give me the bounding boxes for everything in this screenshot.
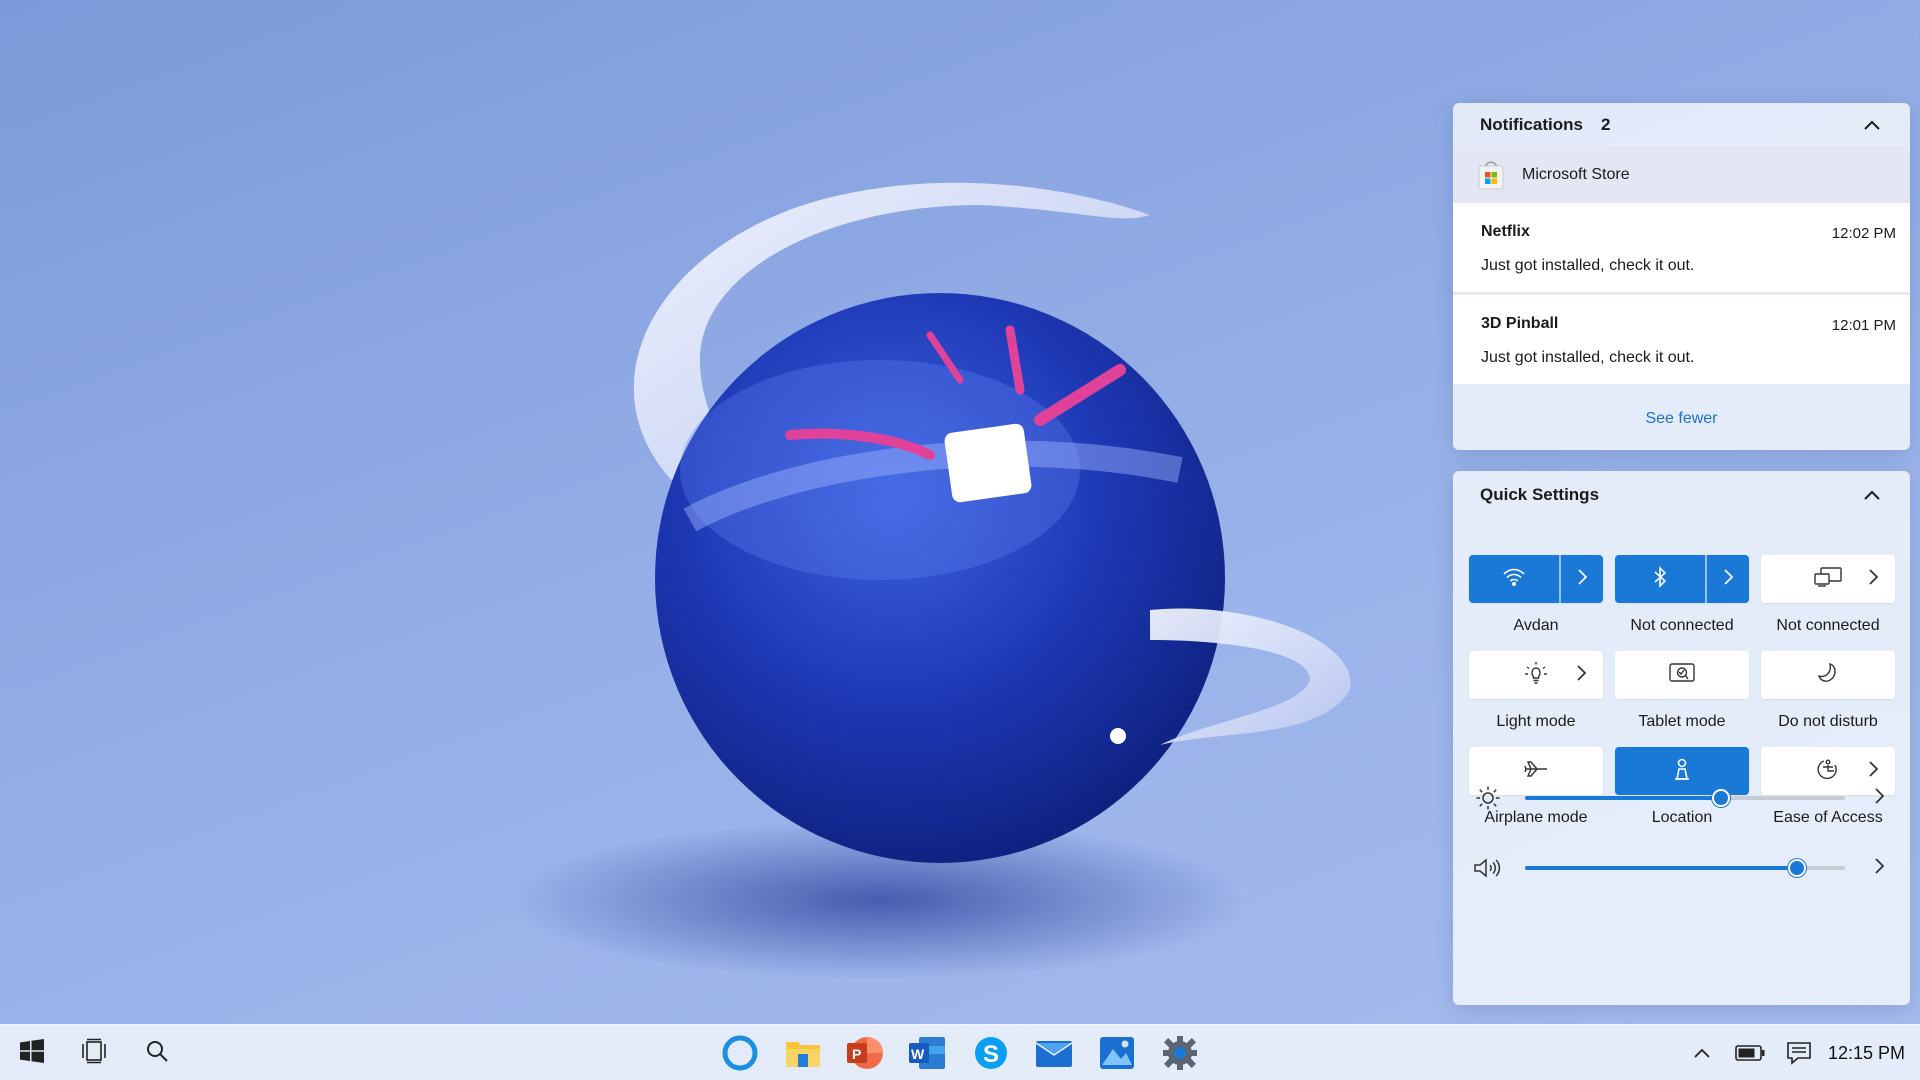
tile-label: Tablet mode: [1638, 713, 1726, 730]
svg-text:S: S: [983, 1041, 999, 1068]
wifi-toggle[interactable]: [1469, 555, 1559, 603]
notification-body: Just got installed, check it out.: [1481, 257, 1695, 274]
tile-tablet-mode: Tablet mode: [1615, 651, 1749, 747]
action-center-icon[interactable]: [1777, 1031, 1821, 1075]
word-icon[interactable]: W: [904, 1030, 950, 1076]
notification-app-name: Microsoft Store: [1522, 166, 1630, 183]
notifications-title: Notifications: [1480, 115, 1583, 134]
powerpoint-icon[interactable]: P: [842, 1030, 888, 1076]
start-button[interactable]: [10, 1031, 54, 1075]
volume-slider-fill: [1525, 866, 1798, 870]
tile-light-mode: Light mode: [1469, 651, 1603, 747]
volume-slider-row: [1471, 848, 1891, 888]
see-fewer-link[interactable]: See fewer: [1453, 387, 1910, 450]
tile-label: Light mode: [1496, 713, 1576, 730]
task-view-icon: [81, 1038, 107, 1069]
chevron-up-icon[interactable]: [1860, 483, 1884, 507]
moon-icon: [1817, 662, 1839, 689]
volume-slider-thumb[interactable]: [1788, 859, 1807, 877]
tile-project: Not connected: [1761, 555, 1895, 651]
mail-icon[interactable]: [1031, 1030, 1077, 1076]
search-button[interactable]: [135, 1031, 179, 1075]
wifi-expand-button[interactable]: [1559, 555, 1603, 603]
brightness-slider-fill: [1525, 796, 1721, 800]
project-toggle[interactable]: [1761, 555, 1851, 603]
quick-settings-panel: Quick Settings Avdan Not connected Not c…: [1453, 471, 1910, 1005]
chevron-right-icon: [1874, 787, 1885, 809]
svg-text:W: W: [911, 1046, 925, 1062]
quick-settings-header: Quick Settings: [1453, 471, 1910, 519]
chevron-right-icon: [1723, 568, 1734, 590]
brightness-slider[interactable]: [1525, 789, 1846, 807]
photos-icon[interactable]: [1094, 1030, 1140, 1076]
notification-item[interactable]: 3D Pinball 12:01 PM Just got installed, …: [1453, 295, 1910, 387]
notification-time: 12:01 PM: [1831, 317, 1896, 334]
volume-slider[interactable]: [1525, 859, 1846, 877]
quick-settings-title: Quick Settings: [1480, 485, 1600, 504]
light-bulb-icon: [1523, 660, 1549, 691]
tile-do-not-disturb: Do not disturb: [1761, 651, 1895, 747]
tile-label: Do not disturb: [1778, 713, 1878, 730]
settings-icon[interactable]: [1157, 1030, 1203, 1076]
notification-item[interactable]: Netflix 12:02 PM Just got installed, che…: [1453, 203, 1910, 295]
notifications-count-badge: 2: [1600, 115, 1611, 134]
bluetooth-expand-button[interactable]: [1705, 555, 1749, 603]
chevron-right-icon: [1577, 568, 1588, 590]
chevron-right-icon: [1576, 664, 1587, 686]
brightness-expand-button[interactable]: [1867, 787, 1891, 809]
do-not-disturb-toggle[interactable]: [1761, 651, 1895, 699]
search-icon: [145, 1039, 169, 1068]
tile-wifi: Avdan: [1469, 555, 1603, 651]
brightness-slider-thumb[interactable]: [1711, 789, 1730, 807]
notification-app-header[interactable]: Microsoft Store: [1453, 147, 1910, 203]
tablet-mode-icon: [1668, 662, 1696, 689]
cortana-icon[interactable]: [717, 1030, 763, 1076]
svg-text:P: P: [852, 1046, 861, 1062]
light-mode-toggle[interactable]: [1469, 651, 1559, 699]
tile-bluetooth: Not connected: [1615, 555, 1749, 651]
wifi-icon: [1502, 567, 1526, 592]
chevron-right-icon: [1874, 857, 1885, 879]
tile-label: Not connected: [1776, 617, 1880, 634]
taskbar: P W S 12:15 PM: [0, 1024, 1920, 1080]
notifications-panel: Notifications 2 Microsoft Store Netflix …: [1453, 103, 1910, 450]
notification-time: 12:02 PM: [1831, 225, 1896, 242]
brightness-slider-row: [1471, 778, 1891, 818]
bluetooth-toggle[interactable]: [1615, 555, 1705, 603]
volume-expand-button[interactable]: [1867, 857, 1891, 879]
chevron-up-icon[interactable]: [1860, 113, 1884, 137]
skype-icon[interactable]: S: [968, 1030, 1014, 1076]
project-expand-button[interactable]: [1851, 555, 1895, 603]
battery-icon[interactable]: [1728, 1031, 1772, 1075]
microsoft-store-icon: [1478, 160, 1504, 190]
bluetooth-icon: [1653, 565, 1667, 593]
brightness-icon: [1471, 785, 1504, 811]
chevron-right-icon: [1868, 568, 1879, 590]
task-view-button[interactable]: [72, 1031, 116, 1075]
notifications-header: Notifications 2: [1453, 103, 1910, 147]
volume-icon[interactable]: [1471, 857, 1504, 879]
file-explorer-icon[interactable]: [780, 1030, 826, 1076]
start-icon: [19, 1038, 45, 1068]
show-hidden-icons-icon[interactable]: [1680, 1031, 1724, 1075]
tile-label: Not connected: [1630, 617, 1734, 634]
notification-body: Just got installed, check it out.: [1481, 349, 1695, 366]
light-mode-expand-button[interactable]: [1559, 651, 1603, 699]
taskbar-clock[interactable]: 12:15 PM: [1828, 1025, 1918, 1080]
tile-label: Avdan: [1513, 617, 1559, 634]
tablet-mode-toggle[interactable]: [1615, 651, 1749, 699]
project-icon: [1813, 566, 1843, 593]
